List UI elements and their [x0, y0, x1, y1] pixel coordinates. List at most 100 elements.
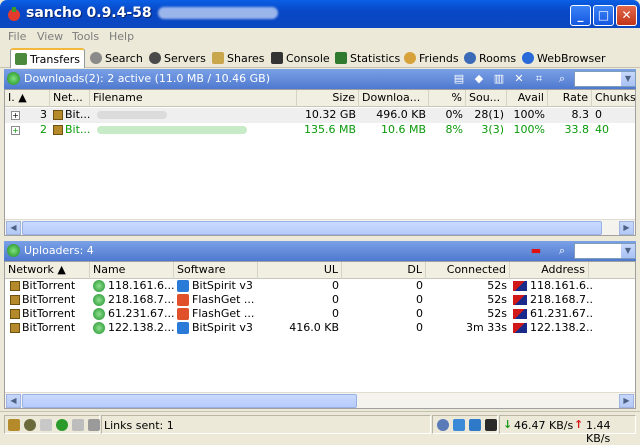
col-downloaded[interactable]: Downloa...: [359, 90, 429, 107]
uploaders-header: Uploaders: 4 ▬ ⌕ ▼: [4, 241, 636, 261]
col-name[interactable]: Name: [90, 262, 174, 279]
row-size: 10.32 GB: [304, 108, 356, 121]
scroll-left-button[interactable]: ◀: [6, 394, 21, 408]
col-network[interactable]: Network ▲: [5, 262, 90, 279]
uploaders-table: Network ▲ Name Software UL DL Connected …: [4, 261, 636, 409]
downloads-hscrollbar[interactable]: ◀ ▶: [5, 219, 635, 235]
scroll-right-button[interactable]: ▶: [619, 221, 634, 235]
bittorrent-icon: [10, 295, 20, 305]
upload-arrow-icon[interactable]: [453, 419, 465, 431]
find-icon[interactable]: ⌕: [554, 243, 570, 259]
chevron-down-icon: ▼: [621, 72, 635, 86]
row-connected: 3m 33s: [466, 321, 507, 334]
col-address[interactable]: Address: [510, 262, 589, 279]
scroll-right-button[interactable]: ▶: [619, 394, 634, 408]
col-rate[interactable]: Rate: [548, 90, 592, 107]
download-row[interactable]: + 3 Bit... 10.32 GB 496.0 KB 0% 28(1) 10…: [5, 108, 635, 123]
col-index[interactable]: I. ▲: [5, 90, 50, 107]
menu-view[interactable]: View: [37, 30, 63, 43]
col-percent[interactable]: %: [429, 90, 466, 107]
tab-rooms[interactable]: Rooms: [460, 48, 520, 68]
uploaders-title: Uploaders: 4: [24, 244, 94, 257]
expand-toggle[interactable]: +: [8, 108, 23, 123]
col-avail[interactable]: Avail: [507, 90, 548, 107]
window-title: sancho 0.9.4-58: [26, 5, 278, 21]
tab-friends[interactable]: Friends: [400, 48, 463, 68]
scroll-left-button[interactable]: ◀: [6, 221, 21, 235]
preview-icon[interactable]: ◆: [471, 71, 487, 87]
bittorrent-icon: [10, 323, 20, 333]
col-software[interactable]: Software: [174, 262, 258, 279]
gnutella-status-icon[interactable]: [72, 419, 84, 431]
menu-file[interactable]: File: [8, 30, 26, 43]
uploaders-hscrollbar[interactable]: ◀ ▶: [5, 392, 635, 408]
col-dl[interactable]: DL: [342, 262, 426, 279]
row-network: BitTorrent: [7, 321, 90, 336]
row-address: 61.231.67...: [510, 307, 594, 322]
tab-search[interactable]: Search: [86, 48, 147, 68]
columns-icon[interactable]: ▥: [491, 71, 507, 87]
tab-console[interactable]: Console: [267, 48, 334, 68]
home-icon[interactable]: [469, 419, 481, 431]
col-size[interactable]: Size: [297, 90, 359, 107]
row-ul: 416.0 KB: [289, 321, 339, 334]
row-address: 218.168.7...: [510, 293, 594, 308]
maximize-button[interactable]: □: [593, 5, 614, 26]
row-address: 122.138.2...: [510, 321, 594, 336]
col-ul[interactable]: UL: [258, 262, 342, 279]
tab-webbrowser[interactable]: WebBrowser: [518, 48, 610, 68]
row-dl: 0: [416, 321, 423, 334]
uploader-row[interactable]: BitTorrent 118.161.6... BitSpirit v3 0 0…: [5, 279, 635, 294]
uploader-row[interactable]: BitTorrent 218.168.7... FlashGet ... 0 0…: [5, 293, 635, 308]
expand-icon[interactable]: ⌗: [531, 71, 547, 87]
row-connected: 52s: [487, 293, 507, 306]
menu-tools[interactable]: Tools: [72, 30, 99, 43]
tab-statistics[interactable]: Statistics: [331, 48, 404, 68]
download-row[interactable]: + 2 Bit... 135.6 MB 10.6 MB 8% 3(3) 100%…: [5, 123, 635, 138]
row-downloaded: 10.6 MB: [380, 123, 426, 136]
scroll-thumb[interactable]: [22, 394, 357, 408]
peer-icon: [93, 322, 105, 334]
console-icon: [271, 52, 283, 64]
donkey-status-icon[interactable]: [24, 419, 36, 431]
remove-icon[interactable]: ▬: [528, 243, 544, 259]
col-filename[interactable]: Filename: [90, 90, 297, 107]
scroll-thumb[interactable]: [22, 221, 602, 235]
row-software: FlashGet ...: [174, 293, 258, 308]
close-button[interactable]: ✕: [616, 5, 637, 26]
row-ul: 0: [332, 293, 339, 306]
uploader-row[interactable]: BitTorrent 61.231.67... FlashGet ... 0 0…: [5, 307, 635, 322]
col-connected[interactable]: Connected: [426, 262, 510, 279]
connected-status-icon[interactable]: [56, 419, 68, 431]
find-icon[interactable]: ⌕: [554, 71, 570, 87]
uploader-row[interactable]: BitTorrent 122.138.2... BitSpirit v3 416…: [5, 321, 635, 336]
uploaders-icon: [7, 244, 20, 257]
row-connected: 52s: [487, 307, 507, 320]
tab-servers[interactable]: Servers: [145, 48, 210, 68]
col-network[interactable]: Net...: [50, 90, 90, 107]
row-address: 118.161.6...: [510, 279, 594, 294]
row-name: 61.231.67...: [90, 307, 174, 322]
downloads-table-header: I. ▲ Net... Filename Size Downloa... % S…: [5, 90, 635, 107]
bittorrent-status-icon[interactable]: [8, 419, 20, 431]
core-icon[interactable]: [437, 419, 449, 431]
downloads-filter-select[interactable]: ▼: [574, 71, 636, 87]
tab-shares[interactable]: Shares: [208, 48, 268, 68]
tab-transfers[interactable]: Transfers: [10, 48, 85, 68]
open-folder-icon[interactable]: ▤: [451, 71, 467, 87]
col-chunks[interactable]: Chunks: [592, 90, 635, 107]
shares-icon: [212, 52, 224, 64]
console-status-icon[interactable]: [485, 419, 497, 431]
fasttrack-status-icon[interactable]: [88, 419, 100, 431]
download-rate-icon: ↓: [503, 418, 513, 431]
col-sources[interactable]: Sou...: [466, 90, 507, 107]
row-network: BitTorrent: [7, 279, 90, 294]
menu-help[interactable]: Help: [109, 30, 134, 43]
network-status-icon[interactable]: [40, 419, 52, 431]
row-name: 122.138.2...: [90, 321, 174, 336]
row-rate: 33.8: [564, 123, 590, 136]
expand-toggle[interactable]: +: [8, 123, 23, 138]
minimize-button[interactable]: _: [570, 5, 591, 26]
uploaders-filter-select[interactable]: ▼: [574, 243, 636, 259]
collapse-icon[interactable]: ✕: [511, 71, 527, 87]
